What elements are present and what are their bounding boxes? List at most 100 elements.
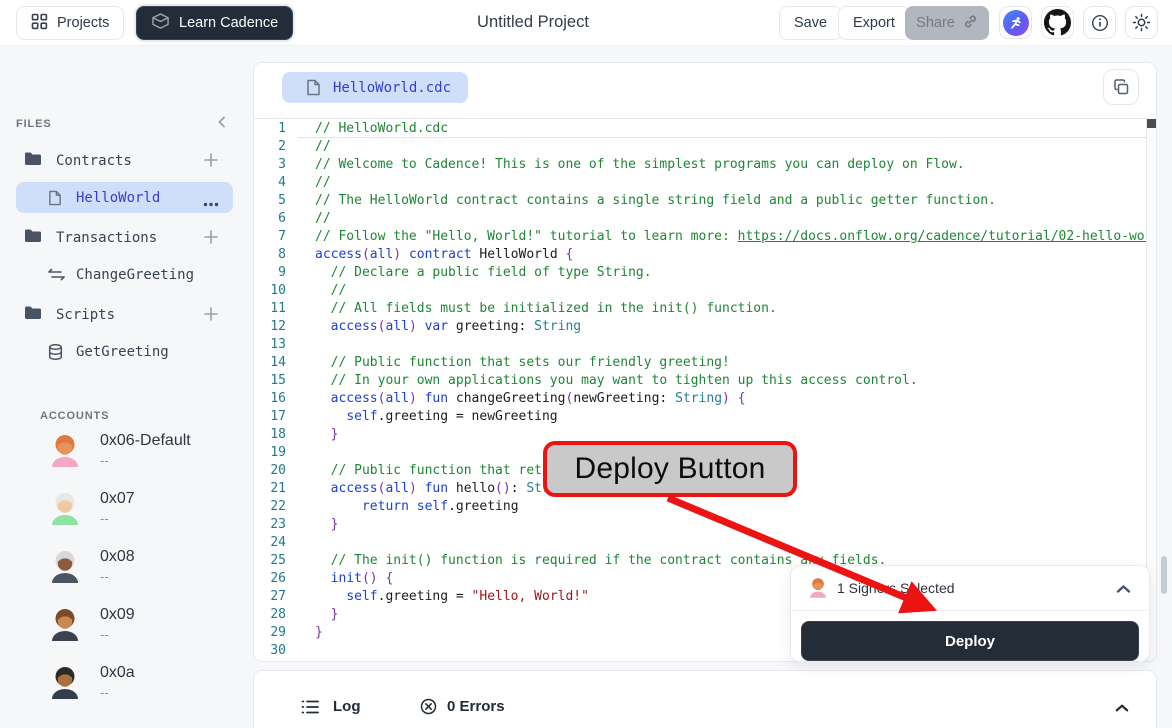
file-item-label: GetGreeting bbox=[76, 344, 169, 360]
project-title: Untitled Project bbox=[433, 13, 633, 32]
theme-toggle-button[interactable] bbox=[1125, 6, 1158, 39]
folder-label: Transactions bbox=[56, 230, 157, 246]
projects-label: Projects bbox=[57, 15, 109, 31]
file-item-changegreeting[interactable]: ChangeGreeting bbox=[16, 259, 233, 290]
code-line[interactable]: 11 // All fields must be initialized in … bbox=[254, 300, 1148, 318]
code-line[interactable]: 8access(all) contract HelloWorld { bbox=[254, 246, 1148, 264]
account-address: 0x06-Default bbox=[100, 432, 191, 450]
folder-transactions[interactable]: Transactions bbox=[0, 223, 241, 253]
code-line[interactable]: 22 return self.greeting bbox=[254, 498, 1148, 516]
github-button[interactable] bbox=[1041, 6, 1074, 39]
code-line[interactable]: 9 // Declare a public field of type Stri… bbox=[254, 264, 1148, 282]
code-line[interactable]: 6// bbox=[254, 210, 1148, 228]
account-item-0x08[interactable]: 0x08-- bbox=[0, 546, 241, 590]
account-balance: -- bbox=[100, 627, 109, 642]
code-line[interactable]: 7// Follow the "Hello, World!" tutorial … bbox=[254, 228, 1148, 246]
code-text: // The HelloWorld contract contains a si… bbox=[298, 192, 996, 210]
editor-scrollbar-thumb[interactable] bbox=[1147, 119, 1157, 128]
code-text bbox=[298, 444, 315, 462]
code-line[interactable]: 14 // Public function that sets our frie… bbox=[254, 354, 1148, 372]
annotation-box: Deploy Button bbox=[543, 441, 797, 497]
flow-runner-button[interactable] bbox=[999, 6, 1032, 39]
info-icon bbox=[1091, 14, 1109, 32]
plus-icon[interactable] bbox=[202, 305, 222, 325]
code-line[interactable]: 2// bbox=[254, 138, 1148, 156]
plus-icon[interactable] bbox=[202, 228, 222, 248]
line-number: 24 bbox=[254, 534, 298, 552]
folder-icon bbox=[24, 151, 42, 171]
sun-icon bbox=[1132, 13, 1151, 32]
learn-cadence-button[interactable]: Learn Cadence bbox=[136, 6, 293, 40]
code-text: } bbox=[298, 516, 338, 534]
account-item-0x06-default[interactable]: 0x06-Default-- bbox=[0, 430, 241, 474]
code-line[interactable]: 10 // bbox=[254, 282, 1148, 300]
account-item-0x07[interactable]: 0x07 -- bbox=[0, 488, 241, 532]
line-number: 1 bbox=[254, 120, 298, 138]
line-number: 7 bbox=[254, 228, 298, 246]
chevron-left-icon[interactable] bbox=[214, 114, 232, 132]
account-balance: -- bbox=[100, 511, 109, 526]
line-number: 20 bbox=[254, 462, 298, 480]
log-label: Log bbox=[333, 698, 361, 715]
code-text bbox=[298, 336, 315, 354]
code-text: // HelloWorld.cdc bbox=[298, 120, 448, 138]
plus-icon[interactable] bbox=[202, 151, 222, 171]
line-number: 5 bbox=[254, 192, 298, 210]
panel-scrollbar-thumb[interactable] bbox=[1161, 556, 1167, 594]
code-text: self.greeting = "Hello, World!" bbox=[298, 588, 589, 606]
account-item-0x09[interactable]: 0x09-- bbox=[0, 604, 241, 648]
code-text: // All fields must be initialized in the… bbox=[298, 300, 777, 318]
export-label: Export bbox=[853, 15, 895, 31]
file-icon bbox=[48, 190, 66, 206]
person-icon bbox=[807, 577, 829, 599]
code-text: // Public function that sets our friendl… bbox=[298, 354, 730, 372]
projects-button[interactable]: Projects bbox=[16, 6, 124, 40]
code-line[interactable]: 5// The HelloWorld contract contains a s… bbox=[254, 192, 1148, 210]
code-line[interactable]: 17 self.greeting = newGreeting bbox=[254, 408, 1148, 426]
copy-button[interactable] bbox=[1103, 69, 1139, 105]
folder-contracts[interactable]: Contracts bbox=[0, 146, 241, 176]
copy-icon bbox=[1113, 79, 1130, 96]
signers-selected-label: 1 Signers Selected bbox=[837, 580, 955, 596]
code-line[interactable]: 3// Welcome to Cadence! This is one of t… bbox=[254, 156, 1148, 174]
code-line[interactable]: 4// bbox=[254, 174, 1148, 192]
log-tab[interactable]: Log bbox=[301, 698, 361, 715]
code-text: } bbox=[298, 624, 323, 642]
file-item-getgreeting[interactable]: GetGreeting bbox=[16, 336, 233, 367]
code-line[interactable]: 16 access(all) fun changeGreeting(newGre… bbox=[254, 390, 1148, 408]
ellipsis-icon[interactable] bbox=[203, 194, 219, 212]
code-line[interactable]: 12 access(all) var greeting: String bbox=[254, 318, 1148, 336]
folder-scripts[interactable]: Scripts bbox=[0, 300, 241, 330]
code-line[interactable]: 24 bbox=[254, 534, 1148, 552]
info-button[interactable] bbox=[1083, 6, 1116, 39]
errors-label: 0 Errors bbox=[447, 698, 505, 715]
code-text: // bbox=[298, 210, 331, 228]
line-number: 6 bbox=[254, 210, 298, 228]
line-number: 4 bbox=[254, 174, 298, 192]
chevron-up-icon[interactable] bbox=[1115, 700, 1129, 718]
account-balance: -- bbox=[100, 569, 109, 584]
code-line[interactable]: 1// HelloWorld.cdc bbox=[254, 120, 1148, 138]
save-button[interactable]: Save bbox=[779, 6, 842, 40]
account-item-0x0a[interactable]: 0x0a-- bbox=[0, 662, 241, 706]
line-number: 28 bbox=[254, 606, 298, 624]
code-text: access(all) contract HelloWorld { bbox=[298, 246, 573, 264]
account-address: 0x07 bbox=[100, 490, 135, 508]
signers-panel-header: 1 Signers Selected bbox=[791, 566, 1149, 611]
code-text: // bbox=[298, 138, 331, 156]
code-line[interactable]: 15 // In your own applications you may w… bbox=[254, 372, 1148, 390]
share-button[interactable]: Share bbox=[905, 6, 989, 40]
line-number: 14 bbox=[254, 354, 298, 372]
code-line[interactable]: 23 } bbox=[254, 516, 1148, 534]
line-number: 13 bbox=[254, 336, 298, 354]
chevron-up-icon[interactable] bbox=[1116, 581, 1131, 599]
code-text: access(all) var greeting: String bbox=[298, 318, 581, 336]
signers-panel: 1 Signers Selected Deploy bbox=[790, 565, 1150, 662]
file-item-helloworld[interactable]: HelloWorld bbox=[16, 182, 233, 213]
editor-tab-helloworld[interactable]: HelloWorld.cdc bbox=[282, 72, 468, 103]
deploy-button[interactable]: Deploy bbox=[801, 621, 1139, 661]
export-button[interactable]: Export bbox=[838, 6, 910, 40]
errors-tab[interactable]: 0 Errors bbox=[420, 698, 505, 715]
code-text: init() { bbox=[298, 570, 393, 588]
code-line[interactable]: 13 bbox=[254, 336, 1148, 354]
